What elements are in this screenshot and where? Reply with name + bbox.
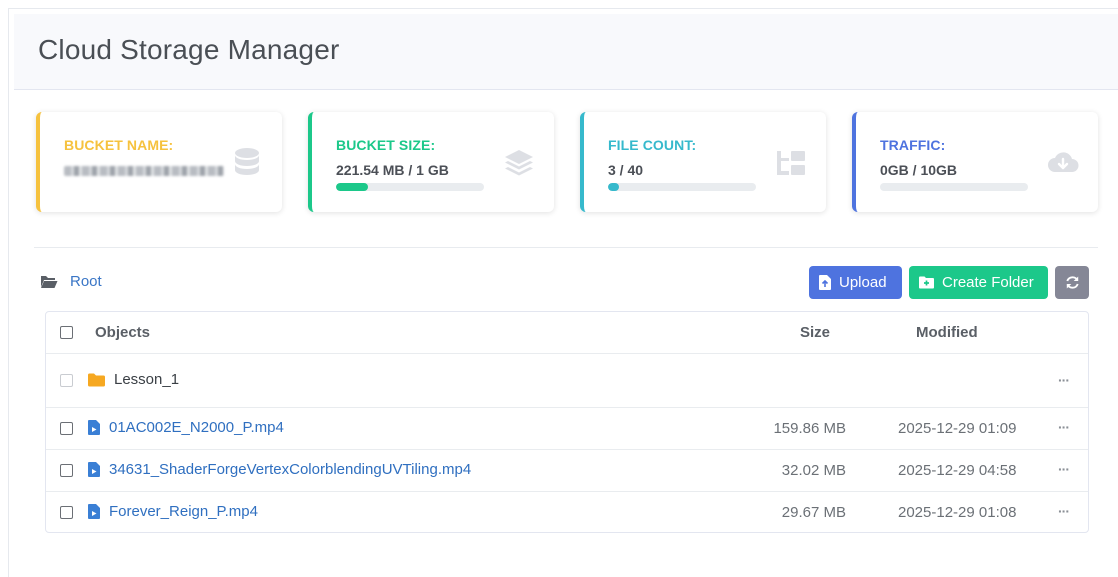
traffic-card: TRAFFIC: 0GB / 10GB xyxy=(852,112,1098,212)
objects-table: Objects Size Modified Lesson_1 ··· 01AC0… xyxy=(45,311,1089,533)
bucket-size-progress xyxy=(336,183,484,191)
page-title: Cloud Storage Manager xyxy=(38,34,340,65)
select-all-checkbox[interactable] xyxy=(60,326,73,339)
refresh-button[interactable] xyxy=(1055,266,1089,299)
row-checkbox[interactable] xyxy=(60,464,73,477)
section-divider xyxy=(34,247,1098,248)
file-count-value: 3 / 40 xyxy=(608,162,644,178)
traffic-label: TRAFFIC: xyxy=(880,137,946,153)
row-modified: 2025-12-29 01:08 xyxy=(898,504,1017,521)
column-objects[interactable]: Objects xyxy=(95,324,150,341)
table-row[interactable]: Forever_Reign_P.mp4 29.67 MB 2025-12-29 … xyxy=(46,492,1088,533)
bucket-size-card: BUCKET SIZE: 221.54 MB / 1 GB xyxy=(308,112,554,212)
video-file-icon xyxy=(88,420,100,435)
row-size: 29.67 MB xyxy=(781,504,846,521)
file-upload-icon xyxy=(819,275,831,290)
sitemap-icon xyxy=(777,151,805,175)
traffic-value: 0GB / 10GB xyxy=(880,162,958,178)
row-modified: 2025-12-29 01:09 xyxy=(898,420,1017,437)
row-actions-button[interactable]: ··· xyxy=(1058,419,1070,435)
row-checkbox[interactable] xyxy=(60,422,73,435)
row-name: 34631_ShaderForgeVertexColorblendingUVTi… xyxy=(109,461,472,478)
table-row[interactable]: Lesson_1 ··· xyxy=(46,354,1088,408)
row-actions-button[interactable]: ··· xyxy=(1058,461,1070,477)
file-count-card: FILE COUNT: 3 / 40 xyxy=(580,112,826,212)
breadcrumb[interactable]: Root xyxy=(40,273,102,290)
bucket-name-card: BUCKET NAME: xyxy=(36,112,282,212)
create-folder-button[interactable]: Create Folder xyxy=(909,266,1048,299)
bucket-name-value xyxy=(64,162,224,179)
table-header: Objects Size Modified xyxy=(46,312,1088,354)
folder-open-icon xyxy=(41,276,58,288)
folder-plus-icon xyxy=(919,276,934,289)
folder-link[interactable]: Lesson_1 xyxy=(88,371,179,388)
video-file-icon xyxy=(88,462,100,477)
row-size: 32.02 MB xyxy=(781,462,846,479)
cloud-download-icon xyxy=(1048,152,1079,172)
page-header: Cloud Storage Manager xyxy=(14,14,1118,90)
redacted-bucket-name xyxy=(64,166,224,176)
row-name: 01AC002E_N2000_P.mp4 xyxy=(109,419,284,436)
row-name: Forever_Reign_P.mp4 xyxy=(109,503,258,520)
row-modified: 2025-12-29 04:58 xyxy=(898,462,1017,479)
traffic-progress xyxy=(880,183,1028,191)
file-link[interactable]: 01AC002E_N2000_P.mp4 xyxy=(88,419,284,436)
bucket-name-label: BUCKET NAME: xyxy=(64,137,174,153)
file-count-progress xyxy=(608,183,756,191)
folder-icon xyxy=(88,373,105,386)
file-link[interactable]: 34631_ShaderForgeVertexColorblendingUVTi… xyxy=(88,461,471,478)
bucket-size-value: 221.54 MB / 1 GB xyxy=(336,162,449,178)
row-actions-button[interactable]: ··· xyxy=(1058,372,1070,388)
row-checkbox[interactable] xyxy=(60,506,73,519)
file-count-label: FILE COUNT: xyxy=(608,137,697,153)
video-file-icon xyxy=(88,504,100,519)
upload-label: Upload xyxy=(839,274,887,291)
database-icon xyxy=(235,148,259,175)
table-row[interactable]: 01AC002E_N2000_P.mp4 159.86 MB 2025-12-2… xyxy=(46,408,1088,450)
breadcrumb-root[interactable]: Root xyxy=(70,273,102,290)
table-row[interactable]: 34631_ShaderForgeVertexColorblendingUVTi… xyxy=(46,450,1088,492)
row-checkbox xyxy=(60,374,73,387)
column-modified[interactable]: Modified xyxy=(916,324,978,341)
upload-button[interactable]: Upload xyxy=(809,266,902,299)
column-size[interactable]: Size xyxy=(800,324,830,341)
create-folder-label: Create Folder xyxy=(942,274,1034,291)
file-link[interactable]: Forever_Reign_P.mp4 xyxy=(88,503,258,520)
row-name: Lesson_1 xyxy=(114,371,180,388)
bucket-size-label: BUCKET SIZE: xyxy=(336,137,436,153)
row-size: 159.86 MB xyxy=(773,420,846,437)
layers-icon xyxy=(505,150,533,176)
refresh-icon xyxy=(1065,276,1079,289)
row-actions-button[interactable]: ··· xyxy=(1058,503,1070,519)
